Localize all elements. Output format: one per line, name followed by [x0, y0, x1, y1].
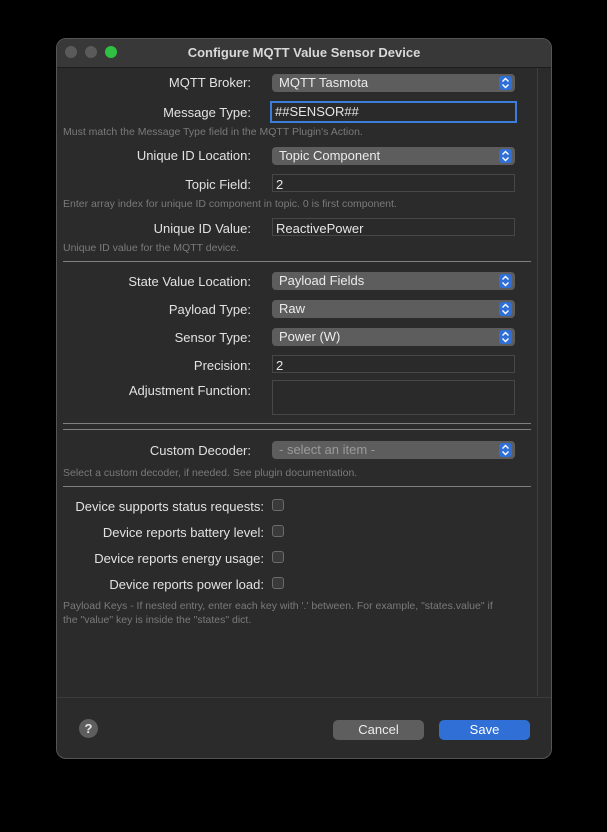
message-type-input[interactable]: ##SENSOR##: [270, 101, 517, 123]
unique-id-location-value: Topic Component: [279, 148, 381, 163]
battery-level-label: Device reports battery level:: [102, 525, 264, 540]
payload-type-value: Raw: [279, 301, 306, 316]
state-value-location-label: State Value Location:: [128, 274, 251, 289]
energy-usage-checkbox[interactable]: [272, 551, 284, 563]
sensor-type-label: Sensor Type:: [174, 330, 251, 345]
form-content: MQTT Broker: MQTT Tasmota Message Type: …: [57, 68, 537, 696]
adjustment-function-label: Adjustment Function:: [128, 383, 251, 398]
broker-popup[interactable]: MQTT Tasmota: [272, 74, 515, 92]
unique-id-value-label: Unique ID Value:: [153, 221, 251, 236]
button-bar: ? Cancel Save: [57, 697, 551, 758]
power-load-checkbox[interactable]: [272, 577, 284, 589]
title-bar: Configure MQTT Value Sensor Device: [57, 39, 551, 68]
window-title: Configure MQTT Value Sensor Device: [187, 45, 421, 60]
unique-id-value-hint: Unique ID value for the MQTT device.: [63, 242, 240, 254]
cancel-button[interactable]: Cancel: [333, 720, 424, 740]
popup-chevron-icon: [499, 274, 512, 288]
section-divider: [63, 261, 531, 262]
status-requests-checkbox[interactable]: [272, 499, 284, 511]
sensor-type-popup[interactable]: Power (W): [272, 328, 515, 346]
message-type-hint: Must match the Message Type field in the…: [63, 126, 363, 138]
section-divider: [63, 423, 531, 424]
custom-decoder-label: Custom Decoder:: [149, 443, 251, 458]
save-button[interactable]: Save: [439, 720, 530, 740]
vertical-scrollbar[interactable]: [537, 68, 551, 696]
broker-label: MQTT Broker:: [168, 75, 251, 90]
topic-field-input[interactable]: 2: [272, 174, 515, 192]
topic-field-hint: Enter array index for unique ID componen…: [63, 198, 397, 210]
custom-decoder-hint: Select a custom decoder, if needed. See …: [63, 467, 358, 479]
popup-chevron-icon: [499, 302, 512, 316]
section-divider: [63, 486, 531, 487]
topic-field-label: Topic Field:: [185, 177, 251, 192]
unique-id-location-label: Unique ID Location:: [136, 148, 251, 163]
popup-chevron-icon: [499, 330, 512, 344]
sensor-type-value: Power (W): [279, 329, 341, 344]
adjustment-function-input[interactable]: [272, 380, 515, 415]
broker-value: MQTT Tasmota: [279, 75, 369, 90]
precision-label: Precision:: [193, 358, 251, 373]
energy-usage-label: Device reports energy usage:: [94, 551, 264, 566]
payload-keys-hint: Payload Keys - If nested entry, enter ea…: [63, 600, 493, 626]
custom-decoder-popup[interactable]: - select an item -: [272, 441, 515, 459]
section-divider: [63, 429, 531, 430]
unique-id-location-popup[interactable]: Topic Component: [272, 147, 515, 165]
state-value-location-value: Payload Fields: [279, 273, 365, 288]
help-icon[interactable]: ?: [79, 719, 98, 738]
precision-input[interactable]: 2: [272, 355, 515, 373]
status-requests-label: Device supports status requests:: [75, 499, 264, 514]
battery-level-checkbox[interactable]: [272, 525, 284, 537]
popup-chevron-icon: [499, 443, 512, 457]
unique-id-value-input[interactable]: ReactivePower: [272, 218, 515, 236]
payload-type-label: Payload Type:: [168, 302, 251, 317]
config-dialog: Configure MQTT Value Sensor Device MQTT …: [56, 38, 552, 759]
payload-type-popup[interactable]: Raw: [272, 300, 515, 318]
message-type-label: Message Type:: [163, 105, 251, 120]
custom-decoder-value: - select an item -: [279, 442, 376, 457]
power-load-label: Device reports power load:: [109, 577, 264, 592]
popup-chevron-icon: [499, 149, 512, 163]
popup-chevron-icon: [499, 76, 512, 90]
state-value-location-popup[interactable]: Payload Fields: [272, 272, 515, 290]
